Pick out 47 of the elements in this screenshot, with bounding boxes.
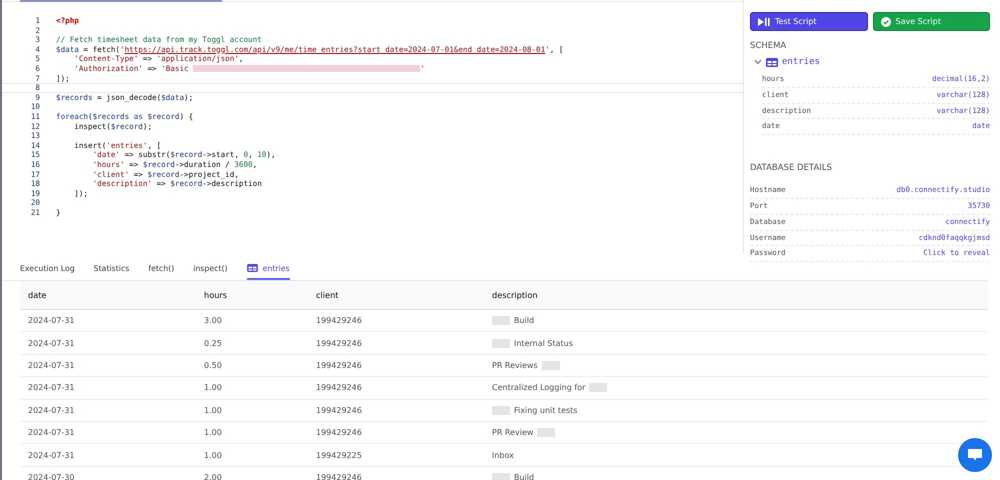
table-cell: PR Review [492, 428, 534, 438]
table-cell: Inbox [492, 450, 514, 460]
table-cell-text: 199429225 [315, 450, 363, 460]
table-cell-text: 199429246 [315, 338, 363, 348]
table-cell-text: 2024-07-31 [27, 406, 76, 415]
table-cell-text: 2024-07-31 [27, 383, 76, 392]
play-pause-icon [758, 18, 770, 26]
table-cell: Build [514, 472, 534, 480]
table-cell-text: 1.00 [203, 406, 223, 415]
column-header: hours [203, 290, 228, 300]
table-cell: Centralized Logging for [492, 383, 586, 392]
caret-icon[interactable] [754, 59, 762, 65]
chat-icon [967, 448, 983, 462]
check-circle-icon [880, 16, 890, 26]
table-cell-text: 0.25 [203, 338, 223, 348]
table-cell-text: 2024-07-30 [27, 472, 76, 480]
column-header: description [491, 290, 539, 300]
chat-button[interactable] [958, 438, 992, 472]
table-cell-text: 199429246 [315, 428, 363, 438]
table-cell-text: 2024-07-31 [27, 360, 76, 370]
test-script-button[interactable]: Test Script [750, 12, 868, 31]
table-cell-text: 1.00 [203, 450, 223, 460]
table-cell-text: 199429246 [315, 472, 363, 480]
table-cell-text: 3.00 [203, 316, 223, 326]
column-header: date [27, 290, 48, 300]
table-cell: PR Reviews [492, 360, 538, 370]
table-cell-text: 1.00 [203, 383, 223, 392]
table-cell-text: 0.50 [203, 360, 223, 370]
table-cell-text: 2.00 [203, 472, 223, 480]
table-cell-text: 2024-07-31 [27, 338, 76, 348]
table-cell-text: 199429246 [315, 406, 363, 415]
column-header: client [315, 290, 340, 300]
table-cell-text: 199429246 [315, 316, 363, 326]
table-icon [246, 264, 258, 272]
table-cell-text: 2024-07-31 [27, 428, 76, 438]
table-cell: Build [514, 316, 534, 326]
table-cell-text: 2024-07-31 [27, 450, 76, 460]
table-icon [766, 58, 778, 66]
section-heading: DATABASE DETAILS [750, 163, 833, 174]
table-name[interactable]: entries [782, 57, 820, 67]
table-cell-text: 199429246 [315, 360, 363, 370]
table-cell-text: 1.00 [203, 428, 223, 438]
table-cell: Fixing unit tests [514, 406, 578, 415]
table-cell-text: 2024-07-31 [27, 316, 76, 326]
table-cell-text: 199429246 [315, 383, 363, 392]
table-cell: Internal Status [514, 338, 573, 348]
section-heading: SCHEMA [750, 41, 788, 51]
